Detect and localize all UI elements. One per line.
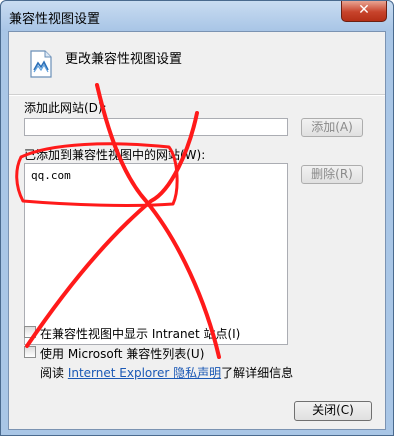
header-divider <box>9 94 385 96</box>
ms-list-checkbox[interactable] <box>24 346 36 358</box>
compat-view-page-icon <box>30 50 52 78</box>
remove-button[interactable]: 删除(R) <box>301 165 363 184</box>
intranet-checkbox[interactable] <box>24 326 36 338</box>
ms-list-option-label: 使用 Microsoft 兼容性列表(U) <box>40 347 205 361</box>
privacy-text: 阅读 Internet Explorer 隐私声明了解详细信息 <box>40 364 293 381</box>
dialog-client-area: 更改兼容性视图设置 添加此网站(D): 添加(A) 已添加到兼容性视图中的网站(… <box>8 31 386 430</box>
sites-list-label: 已添加到兼容性视图中的网站(W): <box>24 148 206 162</box>
window-title: 兼容性视图设置 <box>9 12 101 27</box>
dialog-heading: 更改兼容性视图设置 <box>65 52 183 67</box>
add-site-input[interactable] <box>24 118 288 136</box>
privacy-link[interactable]: Internet Explorer 隐私声明 <box>68 366 221 380</box>
title-bar[interactable]: 兼容性视图设置 ✕ <box>1 1 393 31</box>
list-item[interactable]: qq.com <box>31 169 71 182</box>
sites-listbox[interactable]: qq.com <box>24 163 288 345</box>
privacy-prefix: 阅读 <box>40 366 68 380</box>
add-site-label: 添加此网站(D): <box>24 101 107 115</box>
privacy-suffix: 了解详细信息 <box>221 366 294 380</box>
add-button[interactable]: 添加(A) <box>301 118 363 137</box>
close-dialog-button[interactable]: 关闭(C) <box>294 401 372 421</box>
intranet-option-label: 在兼容性视图中显示 Intranet 站点(I) <box>40 327 241 341</box>
compat-view-dialog: 兼容性视图设置 ✕ 更改兼容性视图设置 添加此网站(D): 添加(A) 已添加到… <box>0 0 394 436</box>
close-window-button[interactable]: ✕ <box>341 1 387 22</box>
